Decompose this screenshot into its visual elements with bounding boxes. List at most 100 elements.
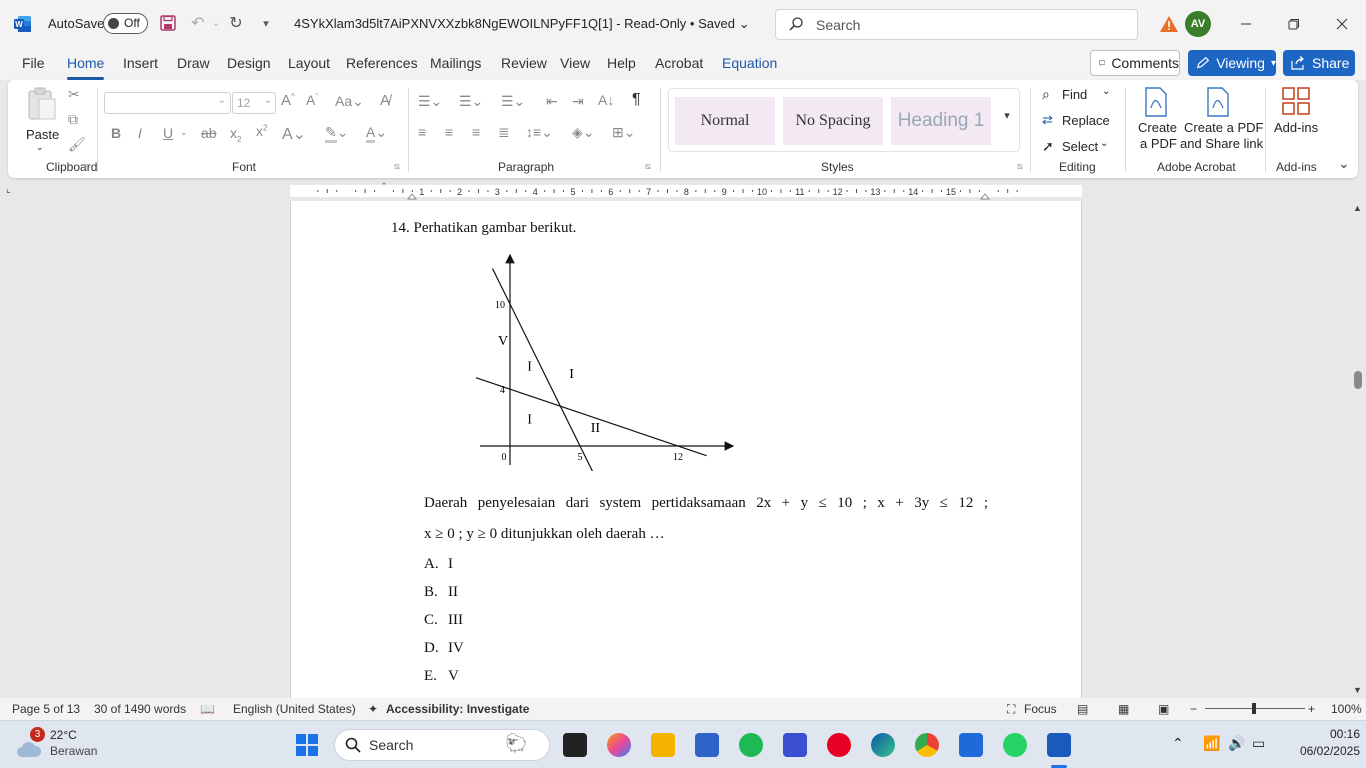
line-spacing-icon[interactable]: ↕≡⌄ bbox=[526, 124, 553, 141]
tab-mailings[interactable]: Mailings bbox=[430, 55, 481, 71]
scrollbar-thumb[interactable] bbox=[1354, 371, 1362, 389]
font-color-icon[interactable]: A⌄ bbox=[366, 124, 387, 143]
clock[interactable]: 00:16 06/02/2025 bbox=[1296, 727, 1360, 763]
task-view-icon[interactable] bbox=[563, 733, 587, 757]
numbering-icon[interactable]: ☰⌄ bbox=[459, 93, 483, 110]
tab-insert[interactable]: Insert bbox=[123, 55, 158, 71]
highlight-icon[interactable]: ✎⌄ bbox=[325, 124, 348, 143]
tab-view[interactable]: View bbox=[560, 55, 590, 71]
word-taskbar-icon[interactable] bbox=[1047, 733, 1071, 757]
font-size-field[interactable]: 12 ⌄ bbox=[232, 92, 276, 114]
italic-icon[interactable]: I bbox=[138, 125, 142, 141]
tab-draw[interactable]: Draw bbox=[177, 55, 210, 71]
warning-icon[interactable] bbox=[1159, 14, 1179, 34]
scroll-down-icon[interactable]: ▼ bbox=[1353, 685, 1362, 695]
zoom-slider-thumb[interactable] bbox=[1252, 703, 1256, 714]
strikethrough-icon[interactable]: ab bbox=[201, 125, 217, 141]
pinterest-icon[interactable] bbox=[827, 733, 851, 757]
zoom-out-icon[interactable]: − bbox=[1190, 702, 1197, 716]
cut-icon[interactable]: ✂ bbox=[68, 86, 80, 103]
styles-more-icon[interactable]: ▾ bbox=[999, 109, 1015, 129]
font-name-field[interactable]: ⌄ bbox=[104, 92, 231, 114]
shading-icon[interactable]: ◈⌄ bbox=[572, 124, 595, 141]
print-layout-icon[interactable]: ▦ bbox=[1118, 702, 1129, 716]
redo-icon[interactable]: ↻ bbox=[226, 13, 246, 33]
scroll-up-icon[interactable]: ▲ bbox=[1353, 203, 1362, 213]
word-count[interactable]: 30 of 1490 words bbox=[94, 702, 186, 716]
tab-help[interactable]: Help bbox=[607, 55, 636, 71]
accessibility-icon[interactable]: ✦ bbox=[368, 702, 378, 716]
grow-font-icon[interactable]: A^ bbox=[281, 92, 295, 109]
find-button[interactable]: ⌕ Find ⌄ bbox=[1042, 86, 1122, 106]
avatar[interactable]: AV bbox=[1185, 11, 1211, 37]
copy-icon[interactable]: ⧉ bbox=[68, 111, 78, 128]
tab-references[interactable]: References bbox=[346, 55, 418, 71]
copilot-icon[interactable] bbox=[607, 733, 631, 757]
show-formatting-icon[interactable]: ¶ bbox=[632, 91, 641, 109]
zoom-level[interactable]: 100% bbox=[1331, 702, 1362, 716]
document-title[interactable]: 4SYkXlam3d5lt7AiPXNVXXzbk8NgEWOILNPyFF1Q… bbox=[294, 16, 749, 32]
decrease-indent-icon[interactable]: ⇤ bbox=[546, 93, 558, 110]
borders-icon[interactable]: ⊞⌄ bbox=[612, 124, 635, 141]
focus-mode[interactable]: Focus bbox=[1024, 702, 1057, 716]
underline-icon[interactable]: U bbox=[163, 125, 173, 141]
save-icon[interactable] bbox=[158, 13, 178, 33]
language[interactable]: English (United States) bbox=[233, 702, 356, 716]
microsoft-store-icon[interactable] bbox=[695, 733, 719, 757]
format-painter-icon[interactable]: 🖌 bbox=[68, 136, 86, 153]
underline-dropdown-icon[interactable]: ⌄ bbox=[180, 127, 188, 138]
math-app-icon[interactable] bbox=[783, 733, 807, 757]
sort-icon[interactable]: A↓ bbox=[598, 92, 614, 108]
ribbon-collapse-icon[interactable]: ⌄ bbox=[1338, 155, 1350, 172]
align-right-icon[interactable]: ≡ bbox=[472, 124, 480, 140]
justify-icon[interactable]: ≣ bbox=[498, 124, 510, 141]
minimize-button[interactable] bbox=[1231, 10, 1261, 38]
text-effects-icon[interactable]: A⌄ bbox=[282, 124, 306, 144]
superscript-icon[interactable]: x2 bbox=[256, 123, 267, 139]
wifi-icon[interactable]: 📶 bbox=[1203, 735, 1220, 752]
increase-indent-icon[interactable]: ⇥ bbox=[572, 93, 584, 110]
whatsapp-icon[interactable] bbox=[1003, 733, 1027, 757]
show-hidden-icons-icon[interactable]: ⌃ bbox=[1172, 735, 1184, 752]
undo-icon[interactable]: ↶ bbox=[188, 13, 208, 33]
change-case-icon[interactable]: Aa⌄ bbox=[335, 93, 364, 110]
accessibility-status[interactable]: Accessibility: Investigate bbox=[386, 702, 529, 716]
tab-design[interactable]: Design bbox=[227, 55, 271, 71]
chrome-icon[interactable] bbox=[915, 733, 939, 757]
style-no-spacing[interactable]: No Spacing bbox=[783, 97, 883, 145]
comments-button[interactable]: Comments bbox=[1090, 50, 1180, 76]
clear-formatting-icon[interactable]: A̸ bbox=[380, 92, 390, 109]
style-normal[interactable]: Normal bbox=[675, 97, 775, 145]
web-layout-icon[interactable]: ▣ bbox=[1158, 702, 1169, 716]
battery-icon[interactable]: ▭ bbox=[1252, 735, 1265, 752]
focus-icon[interactable]: ⛶ bbox=[1007, 702, 1015, 717]
replace-button[interactable]: ⇄ Replace bbox=[1042, 112, 1122, 132]
align-center-icon[interactable]: ≡ bbox=[445, 124, 453, 140]
create-pdf-share-button[interactable]: Create a PDF and Share link bbox=[1178, 86, 1263, 156]
tab-acrobat[interactable]: Acrobat bbox=[655, 55, 703, 71]
bullets-icon[interactable]: ☰⌄ bbox=[418, 93, 442, 110]
zoom-in-icon[interactable]: + bbox=[1308, 702, 1315, 716]
clipboard-launcher-icon[interactable]: ⧅ bbox=[84, 161, 90, 172]
spotify-icon[interactable] bbox=[739, 733, 763, 757]
style-heading-1[interactable]: Heading 1 bbox=[891, 97, 991, 145]
read-mode-icon[interactable]: ▤ bbox=[1077, 702, 1088, 716]
paste-button[interactable]: Paste ⌄ bbox=[22, 86, 62, 154]
weather-widget[interactable]: 3 22°C Berawan bbox=[16, 727, 116, 763]
paragraph-launcher-icon[interactable]: ⧅ bbox=[645, 161, 651, 172]
viewing-mode-button[interactable]: Viewing ▾ bbox=[1188, 50, 1276, 76]
teams-icon[interactable] bbox=[959, 733, 983, 757]
tab-file[interactable]: File bbox=[22, 55, 45, 71]
align-left-icon[interactable]: ≡ bbox=[418, 124, 426, 140]
tab-home[interactable]: Home bbox=[67, 55, 105, 80]
autosave-toggle[interactable]: Off bbox=[103, 13, 148, 34]
multilevel-list-icon[interactable]: ☰⌄ bbox=[501, 93, 525, 110]
create-pdf-button[interactable]: Create a PDF bbox=[1134, 86, 1178, 156]
select-button[interactable]: ➚ Select ⌄ bbox=[1042, 138, 1122, 158]
tab-equation[interactable]: Equation bbox=[722, 55, 777, 71]
proofing-icon[interactable]: 📖 bbox=[200, 702, 215, 716]
document-page[interactable]: 14. Perhatikan gambar berikut. 0 5 12 10 4 V… bbox=[290, 201, 1082, 698]
windows-start-icon[interactable] bbox=[295, 733, 319, 757]
tab-layout[interactable]: Layout bbox=[288, 55, 330, 71]
close-button[interactable] bbox=[1327, 10, 1357, 38]
